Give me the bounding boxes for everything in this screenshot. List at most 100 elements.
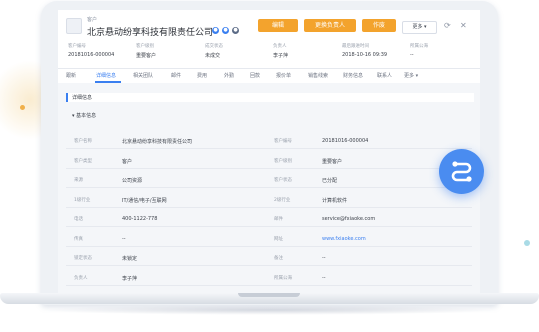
field-label: 邮件 — [274, 217, 283, 222]
row-divider — [66, 245, 472, 247]
field-label: 负责人 — [74, 275, 88, 281]
tab-updates[interactable]: 跟新 — [66, 72, 76, 79]
website-link[interactable]: www.fxiaoke.com — [322, 236, 366, 242]
field-value: 李子萍 — [122, 275, 138, 282]
close-icon[interactable]: ✕ — [460, 22, 467, 30]
field-label: 客户名称 — [74, 139, 92, 144]
field-label: 客户编号 — [68, 44, 86, 49]
company-name: 北京悬动纷享科技有限责任公司 — [87, 28, 214, 38]
subsection-title[interactable]: ▾ 基本信息 — [72, 112, 96, 119]
field-label: 客户状态 — [274, 178, 292, 183]
field-value: 重要客户 — [322, 158, 343, 165]
field-value: 未锁定 — [122, 256, 138, 262]
field-value: 400-1122-778 — [122, 216, 158, 222]
field-value: 重要客户 — [136, 53, 157, 59]
field-label: 锁定状态 — [74, 256, 92, 261]
record-header: 客户 北京悬动纷享科技有限责任公司 ● ● ● 编辑 更换负责人 作废 更多 ▾… — [58, 10, 480, 68]
field-label: 客户级别 — [136, 44, 154, 49]
tab-payments[interactable]: 回款 — [250, 72, 260, 79]
more-label: 更多 — [412, 24, 423, 30]
field-value: service@fxiaoke.com — [322, 216, 376, 222]
field-label: 所属公海 — [274, 275, 292, 281]
caret-down-icon: ▾ — [72, 113, 75, 119]
laptop-notch — [238, 293, 300, 297]
summary-fields: 客户编号 20181016-000004 客户级别 重要客户 成交状态 未成交 … — [58, 43, 480, 65]
field-label: 成交状态 — [205, 44, 223, 49]
field-label: 客户级别 — [274, 158, 292, 164]
more-button[interactable]: 更多 ▾ — [402, 21, 437, 34]
refresh-icon[interactable]: ⟳ — [444, 22, 451, 30]
tab-more[interactable]: 更多 ▾ — [404, 72, 418, 79]
field-value: -- — [322, 274, 326, 281]
row-divider — [66, 167, 472, 169]
row-divider — [66, 187, 472, 188]
summary-field: 最后跟进时间 2018-10-16 09:39 — [342, 43, 412, 58]
detail-content: 详细信息 ▾ 基本信息 客户名称 北京悬动纷享科技有限责任公司 客户编号 201810… — [58, 83, 480, 298]
field-label: 1级行业 — [74, 197, 91, 203]
summary-field: 所属公海 -- — [410, 43, 480, 58]
tag-icon[interactable]: ● — [232, 27, 239, 34]
field-value: -- — [322, 255, 326, 261]
laptop-shadow — [40, 305, 499, 315]
company-logo — [66, 18, 82, 34]
tab-quotes[interactable]: 报价单 — [276, 72, 291, 79]
row-divider — [66, 148, 472, 149]
field-value: -- — [410, 52, 414, 58]
tab-contacts[interactable]: 联系人 — [377, 72, 392, 79]
change-owner-button[interactable]: 更换负责人 — [304, 19, 356, 32]
chevron-down-icon: ▾ — [415, 73, 419, 79]
field-label: 客户编号 — [274, 139, 292, 144]
field-value: 20181016-000004 — [68, 52, 115, 58]
decorative-dot — [524, 240, 530, 246]
field-label: 所属公海 — [410, 44, 428, 49]
tab-field-work[interactable]: 外勤 — [224, 72, 234, 79]
row-divider — [66, 284, 472, 286]
summary-field: 客户级别 重要客户 — [136, 43, 206, 59]
tab-details[interactable]: 详细信息 — [96, 72, 116, 79]
field-value: 20181016-000004 — [322, 138, 369, 144]
field-label: 备注 — [274, 256, 283, 261]
field-value: 计算机软件 — [322, 197, 348, 204]
field-label: 客户类型 — [74, 158, 92, 164]
decorative-dot — [20, 105, 25, 110]
field-label: 负责人 — [273, 44, 287, 49]
field-value: 北京悬动纷享科技有限责任公司 — [122, 139, 193, 145]
field-label: 最后跟进时间 — [342, 44, 369, 49]
field-label: 电话 — [74, 217, 83, 222]
swap-route-button[interactable] — [439, 149, 484, 194]
subsection-title-text: 基本信息 — [76, 113, 97, 119]
row-divider — [66, 265, 472, 266]
section-title: 详细信息 — [72, 95, 93, 101]
swap-route-icon — [451, 161, 472, 182]
field-value: 2018-10-16 09:39 — [342, 52, 388, 58]
field-label: 传真 — [74, 236, 83, 242]
row-divider — [66, 226, 472, 227]
edit-button[interactable]: 编辑 — [258, 19, 298, 32]
app-screen: 客户 北京悬动纷享科技有限责任公司 ● ● ● 编辑 更换负责人 作废 更多 ▾… — [58, 10, 480, 298]
summary-field: 成交状态 未成交 — [205, 43, 275, 59]
tab-expenses[interactable]: 费用 — [197, 72, 207, 79]
field-label: 2级行业 — [274, 197, 291, 203]
field-value: 公司资源 — [122, 178, 143, 184]
tab-bar: 跟新 详细信息 相关团队 邮件 费用 外勤 回款 报价单 销售线索 财务信息 联… — [58, 68, 480, 84]
section-header: 详细信息 — [66, 93, 474, 102]
tab-team[interactable]: 相关团队 — [133, 72, 153, 79]
tab-email[interactable]: 邮件 — [171, 72, 181, 79]
tab-more-label: 更多 — [404, 73, 415, 79]
field-value: 已分配 — [322, 178, 338, 184]
record-kind-label: 客户 — [87, 17, 98, 23]
tab-finance[interactable]: 财务信息 — [343, 72, 363, 79]
field-value: 未成交 — [205, 53, 221, 59]
tag-icon[interactable]: ● — [222, 27, 229, 34]
field-value: -- — [122, 235, 126, 242]
field-label: 来源 — [74, 178, 83, 183]
tab-leads[interactable]: 销售线索 — [308, 72, 328, 79]
row-divider — [66, 206, 472, 208]
field-value: 李子萍 — [273, 53, 289, 59]
summary-field: 客户编号 20181016-000004 — [68, 43, 138, 58]
chevron-down-icon: ▾ — [424, 24, 427, 30]
summary-field: 负责人 李子萍 — [273, 43, 343, 59]
field-value: IT/通信/电子/互联网 — [122, 197, 167, 204]
tag-icon[interactable]: ● — [212, 27, 219, 34]
void-button[interactable]: 作废 — [362, 19, 396, 32]
